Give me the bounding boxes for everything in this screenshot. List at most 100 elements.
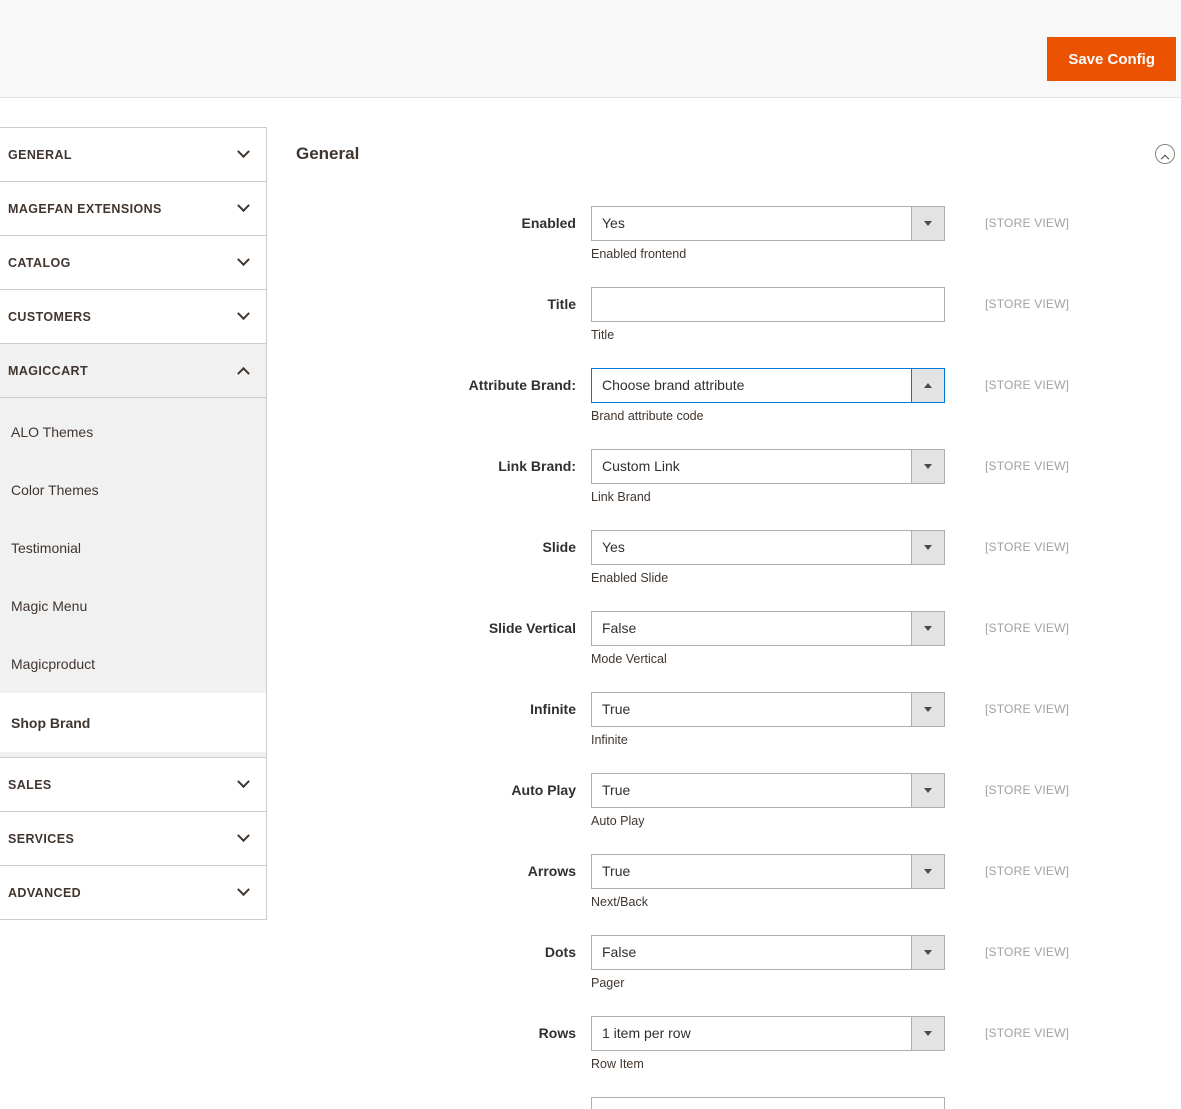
config-page: Save Config GENERAL MAGEFAN EXTENSIONS C… xyxy=(0,0,1181,1109)
field-label: Arrows xyxy=(527,863,576,879)
field-note: Brand attribute code xyxy=(591,409,704,423)
sidebar-section-label: ADVANCED xyxy=(8,885,82,900)
dropdown-arrow-button[interactable] xyxy=(911,1017,944,1050)
triangle-down-icon xyxy=(924,464,932,469)
field-control-column: False Pager xyxy=(591,935,945,991)
field-note: Pager xyxy=(591,976,625,990)
sidebar-section-magefan-extensions[interactable]: MAGEFAN EXTENSIONS xyxy=(0,182,266,236)
sidebar-section-advanced[interactable]: ADVANCED xyxy=(0,866,266,920)
enabled-select[interactable]: Yes xyxy=(591,206,945,241)
select-value: Choose brand attribute xyxy=(602,377,745,393)
config-sidebar: GENERAL MAGEFAN EXTENSIONS CATALOG CUSTO… xyxy=(0,127,267,920)
field-note: Enabled frontend xyxy=(591,247,687,261)
select-value: False xyxy=(602,944,637,960)
field-scope-label: [STORE VIEW] xyxy=(985,297,1070,311)
sidebar-subitem-magicproduct[interactable]: Magicproduct xyxy=(0,635,266,693)
chevron-up-icon xyxy=(1160,154,1170,163)
field-note: Mode Vertical xyxy=(591,652,667,666)
sidebar-subitem-magic-menu[interactable]: Magic Menu xyxy=(0,577,266,635)
sidebar-section-label: SALES xyxy=(8,777,52,792)
sidebar-subitem-color-themes[interactable]: Color Themes xyxy=(0,461,266,519)
save-config-button[interactable]: Save Config xyxy=(1047,37,1176,81)
section-header: General xyxy=(296,144,1181,164)
field-control-column: False Mode Vertical xyxy=(591,611,945,667)
attribute-brand-select[interactable]: Choose brand attribute xyxy=(591,368,945,403)
triangle-down-icon xyxy=(924,626,932,631)
sidebar-section-customers[interactable]: CUSTOMERS xyxy=(0,290,266,344)
field-label: Enabled xyxy=(521,215,576,231)
dropdown-arrow-button[interactable] xyxy=(911,693,944,726)
chevron-up-icon xyxy=(237,366,250,380)
field-label: Infinite xyxy=(530,701,576,717)
auto-play-select[interactable]: True xyxy=(591,773,945,808)
field-note: Auto Play xyxy=(591,814,645,828)
sidebar-section-sales[interactable]: SALES xyxy=(0,758,266,812)
dropdown-arrow-button[interactable] xyxy=(911,369,944,402)
dropdown-arrow-button[interactable] xyxy=(911,207,944,240)
dropdown-arrow-button[interactable] xyxy=(911,855,944,888)
triangle-down-icon xyxy=(924,869,932,874)
field-scope-label: [STORE VIEW] xyxy=(985,1026,1070,1040)
sidebar-section-catalog[interactable]: CATALOG xyxy=(0,236,266,290)
sidebar-subitem-shop-brand[interactable]: Shop Brand xyxy=(0,693,266,752)
field-label: Attribute Brand: xyxy=(468,377,576,393)
title-input[interactable] xyxy=(591,287,945,322)
main-content: General Enabled Yes Enabled frontend [STO… xyxy=(267,98,1181,1109)
field-control-column xyxy=(591,1097,945,1109)
field-note: Enabled Slide xyxy=(591,571,669,585)
sidebar-section-label: GENERAL xyxy=(8,147,72,162)
slide-vertical-select[interactable]: False xyxy=(591,611,945,646)
triangle-down-icon xyxy=(924,1031,932,1036)
sidebar-section-label: CATALOG xyxy=(8,255,71,270)
select-value: Custom Link xyxy=(602,458,680,474)
form-field-row: Arrows True Next/Back [STORE VIEW] xyxy=(296,854,1181,910)
field-label xyxy=(296,1097,576,1109)
field-note: Title xyxy=(591,328,615,342)
slide-select[interactable]: Yes xyxy=(591,530,945,565)
sidebar-section-label: MAGICCART xyxy=(8,363,88,378)
arrows-select[interactable]: True xyxy=(591,854,945,889)
dropdown-arrow-button[interactable] xyxy=(911,450,944,483)
dots-select[interactable]: False xyxy=(591,935,945,970)
dropdown-arrow-button[interactable] xyxy=(911,531,944,564)
field-control-column: Custom Link Link Brand xyxy=(591,449,945,505)
field-label: Link Brand: xyxy=(498,458,576,474)
sidebar-section-services[interactable]: SERVICES xyxy=(0,812,266,866)
dropdown-arrow-button[interactable] xyxy=(911,774,944,807)
select-value: True xyxy=(602,782,631,798)
form-field-row: Infinite True Infinite [STORE VIEW] xyxy=(296,692,1181,748)
sidebar-section-general[interactable]: GENERAL xyxy=(0,128,266,182)
form-field-row: Rows 1 item per row Row Item [STORE VIEW] xyxy=(296,1016,1181,1072)
link-brand-select[interactable]: Custom Link xyxy=(591,449,945,484)
field-scope-label: [STORE VIEW] xyxy=(985,621,1070,635)
field-scope-label: [STORE VIEW] xyxy=(985,864,1070,878)
chevron-down-icon xyxy=(237,145,250,159)
field-label: Slide xyxy=(542,539,576,555)
rows-select[interactable]: 1 item per row xyxy=(591,1016,945,1051)
select-value: Yes xyxy=(602,539,625,555)
triangle-down-icon xyxy=(924,545,932,550)
page-header: Save Config xyxy=(0,0,1181,98)
sidebar-section-magiccart[interactable]: MAGICCART xyxy=(0,344,266,398)
sidebar-section-label: SERVICES xyxy=(8,831,75,846)
sidebar-subitem-testimonial[interactable]: Testimonial xyxy=(0,519,266,577)
field-control-column: Choose brand attribute Brand attribute co… xyxy=(591,368,945,424)
field-input[interactable] xyxy=(591,1097,945,1109)
sidebar-subitem-alo-themes[interactable]: ALO Themes xyxy=(0,403,266,461)
triangle-up-icon xyxy=(924,383,932,388)
dropdown-arrow-button[interactable] xyxy=(911,936,944,969)
field-note: Link Brand xyxy=(591,490,651,504)
field-label: Title xyxy=(547,296,576,312)
select-value: False xyxy=(602,620,637,636)
field-note: Next/Back xyxy=(591,895,648,909)
field-scope-label: [STORE VIEW] xyxy=(985,540,1070,554)
field-control-column: 1 item per row Row Item xyxy=(591,1016,945,1072)
field-label: Rows xyxy=(538,1025,576,1041)
infinite-select[interactable]: True xyxy=(591,692,945,727)
collapse-section-icon[interactable] xyxy=(1155,144,1175,164)
sidebar-section-label: MAGEFAN EXTENSIONS xyxy=(8,201,162,216)
field-scope-label: [STORE VIEW] xyxy=(985,216,1070,230)
dropdown-arrow-button[interactable] xyxy=(911,612,944,645)
select-value: True xyxy=(602,863,631,879)
field-control-column: Yes Enabled frontend xyxy=(591,206,945,262)
